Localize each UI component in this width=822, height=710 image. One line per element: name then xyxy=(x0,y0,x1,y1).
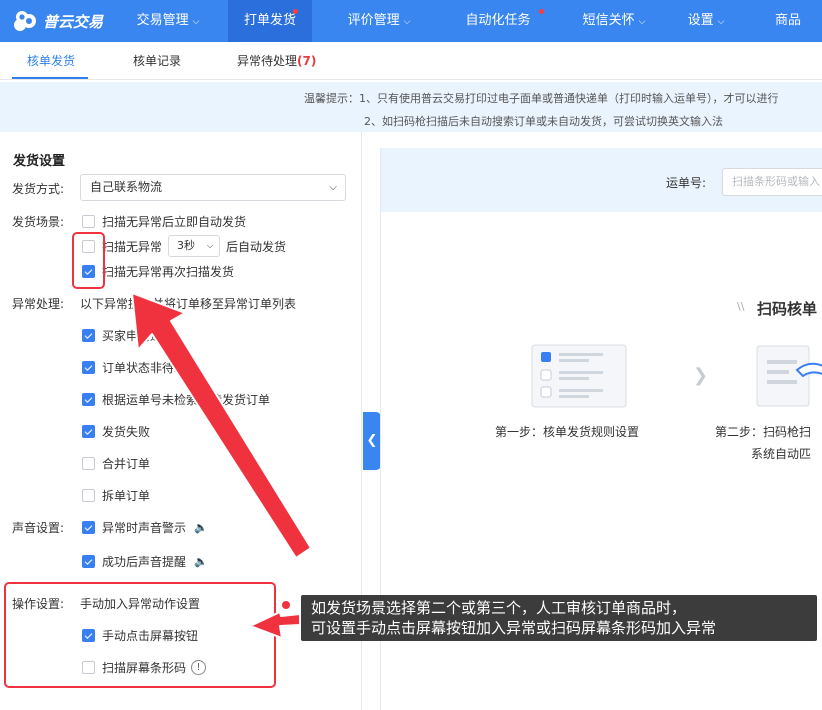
nav-item[interactable]: 打单发货 xyxy=(228,0,312,42)
sound-exception[interactable]: 异常时声音警示 🔈 xyxy=(82,519,208,536)
checklist-illustration-icon xyxy=(531,344,627,408)
exception-option-label: 拆单订单 xyxy=(102,489,151,503)
step-1-text: 第一步：核单发货规则设置 xyxy=(495,425,640,439)
nav-item[interactable]: 商品 xyxy=(754,0,822,42)
exception-option-label: 订单状态非待发货 xyxy=(102,361,199,375)
exception-ship-failed[interactable]: 发货失败 xyxy=(82,423,150,440)
exception-status[interactable]: 订单状态非待发货 xyxy=(82,359,198,376)
exception-label: 异常处理: xyxy=(12,297,65,311)
chevron-down-icon: ⌵ xyxy=(206,241,214,250)
chevron-down-icon: ⌵ xyxy=(403,17,411,27)
checkbox-checked[interactable] xyxy=(82,555,95,568)
exception-option-label: 根据运单号未检索到待发货订单 xyxy=(102,393,271,407)
waybill-bar: 运单号: 扫描条形码或输入 xyxy=(381,148,822,212)
annotation-box-scene xyxy=(72,232,105,289)
scene-option-label: 扫描无异常再次扫描发货 xyxy=(102,265,235,279)
checkbox-checked[interactable] xyxy=(82,393,95,406)
exception-split[interactable]: 拆单订单 xyxy=(82,487,150,504)
waybill-label: 运单号: xyxy=(666,176,707,190)
speaker-icon[interactable]: 🔈 xyxy=(194,521,208,534)
exception-refund[interactable]: 买家申请退款 xyxy=(82,327,174,344)
scene-option-immediate[interactable]: 扫描无异常后立即自动发货 xyxy=(82,213,246,230)
delay-value: 3秒 xyxy=(177,239,196,252)
annotation-box-operation xyxy=(4,582,276,688)
nav-item-label: 打单发货 xyxy=(243,13,296,28)
checkbox-checked[interactable] xyxy=(82,361,95,374)
notification-dot xyxy=(293,9,298,14)
nav-item-label: 评价管理 xyxy=(347,13,400,28)
cloud-logo-icon xyxy=(14,11,36,31)
chevron-down-icon: ⌵ xyxy=(192,17,200,27)
scene-option-label: 扫描无异常后立即自动发货 xyxy=(102,215,247,229)
scene-option-delay[interactable]: 扫描无异常 3秒 ⌵ 后自动发货 xyxy=(82,235,286,257)
brand-name: 普云交易 xyxy=(43,12,104,31)
exception-option-label: 合并订单 xyxy=(102,457,151,471)
waybill-input[interactable]: 扫描条形码或输入 xyxy=(722,168,822,196)
nav-item[interactable]: 短信关怀 ⌵ xyxy=(566,0,662,42)
notification-dot xyxy=(539,9,544,14)
nav-item-label: 商品 xyxy=(774,13,801,28)
nav-item-label: 设置 xyxy=(687,13,714,28)
callout-line-1: 如发货场景选择第二个或第三个，人工审核订单商品时， xyxy=(311,599,687,617)
notice-line-2: 2、如扫码枪扫描后未自动搜索订单或未自动发货，可尝试切换英文输入法 xyxy=(364,115,723,128)
nav-item-label: 自动化任务 xyxy=(465,13,531,28)
active-tab-indicator xyxy=(12,77,88,79)
tab-verify-ship[interactable]: 核单发货 xyxy=(27,42,75,80)
tab-pending-exceptions[interactable]: 异常待处理(7) xyxy=(237,42,316,80)
ship-method-value: 自己联系物流 xyxy=(90,180,163,194)
sound-label: 声音设置: xyxy=(12,521,65,535)
ship-method-select[interactable]: 自己联系物流 ⌵ xyxy=(80,174,346,201)
checkbox-checked[interactable] xyxy=(82,329,95,342)
scene-option-label-before: 扫描无异常 xyxy=(102,239,163,254)
scene-label: 发货场景: xyxy=(12,215,65,229)
section-title: 发货设置 xyxy=(13,154,66,169)
sound-option-label: 异常时声音警示 xyxy=(102,521,187,535)
annotation-callout: 如发货场景选择第二个或第三个，人工审核订单商品时， 可设置手动点击屏幕按钮加入异… xyxy=(301,595,817,641)
title-decoration: \\ xyxy=(737,300,745,313)
sub-tabs: 核单发货 核单记录 异常待处理(7) xyxy=(0,42,822,80)
nav-item-label: 短信关怀 xyxy=(582,13,635,28)
top-navbar: 普云交易 交易管理 ⌵ 打单发货 评价管理 ⌵ 自动化任务 短信关怀 ⌵ 设置 ⌵ 商品 xyxy=(0,0,822,42)
delay-select[interactable]: 3秒 ⌵ xyxy=(168,235,221,257)
checkbox-checked[interactable] xyxy=(82,521,95,534)
tab-pending-label: 异常待处理 xyxy=(237,54,298,68)
ship-method-label: 发货方式: xyxy=(12,182,65,196)
chevron-right-icon: ❯ xyxy=(693,365,709,386)
pending-count-badge: (7) xyxy=(297,54,317,68)
exception-desc: 以下异常提示并将订单移至异常订单列表 xyxy=(80,297,297,311)
exception-not-found[interactable]: 根据运单号未检索到待发货订单 xyxy=(82,391,270,408)
nav-item[interactable]: 交易管理 ⌵ xyxy=(120,0,216,42)
notice-line-1: 温馨提示：1、只有使用普云交易打印过电子面单或普通快递单（打印时输入运单号），才… xyxy=(304,92,779,105)
tab-verify-records[interactable]: 核单记录 xyxy=(133,42,181,80)
callout-line-2: 可设置手动点击屏幕按钮加入异常或扫码屏幕条形码加入异常 xyxy=(311,619,717,637)
nav-item[interactable]: 自动化任务 xyxy=(444,0,552,42)
sound-success[interactable]: 成功后声音提醒 🔈 xyxy=(82,553,208,570)
nav-item[interactable]: 设置 ⌵ xyxy=(674,0,738,42)
chevron-down-icon: ⌵ xyxy=(717,17,725,27)
brand[interactable]: 普云交易 xyxy=(12,8,103,34)
step-2-text-line2: 系统自动匹 xyxy=(751,447,812,461)
nav-item-label: 交易管理 xyxy=(136,13,189,28)
scan-title: 扫码核单 xyxy=(757,300,818,318)
exception-merged[interactable]: 合并订单 xyxy=(82,455,150,472)
exception-option-label: 买家申请退款 xyxy=(102,329,175,343)
scene-option-label-after: 后自动发货 xyxy=(226,239,287,254)
notice-banner: 温馨提示：1、只有使用普云交易打印过电子面单或普通快递单（打印时输入运单号），才… xyxy=(0,82,822,132)
step-2-text: 第二步：扫码枪扫 xyxy=(715,425,812,439)
checkbox[interactable] xyxy=(82,489,95,502)
chevron-left-icon: ❮ xyxy=(366,433,378,448)
annotation-dot xyxy=(282,601,290,609)
scanner-illustration-icon xyxy=(756,345,822,407)
sound-option-label: 成功后声音提醒 xyxy=(102,555,187,569)
chevron-down-icon: ⌵ xyxy=(638,17,646,27)
exception-option-label: 发货失败 xyxy=(102,425,151,439)
checkbox-checked[interactable] xyxy=(82,425,95,438)
checkbox[interactable] xyxy=(82,215,95,228)
speaker-icon[interactable]: 🔈 xyxy=(194,555,208,568)
collapse-panel-button[interactable]: ❮ xyxy=(363,412,381,470)
checkbox[interactable] xyxy=(82,457,95,470)
chevron-down-icon: ⌵ xyxy=(329,182,337,193)
nav-item[interactable]: 评价管理 ⌵ xyxy=(336,0,422,42)
